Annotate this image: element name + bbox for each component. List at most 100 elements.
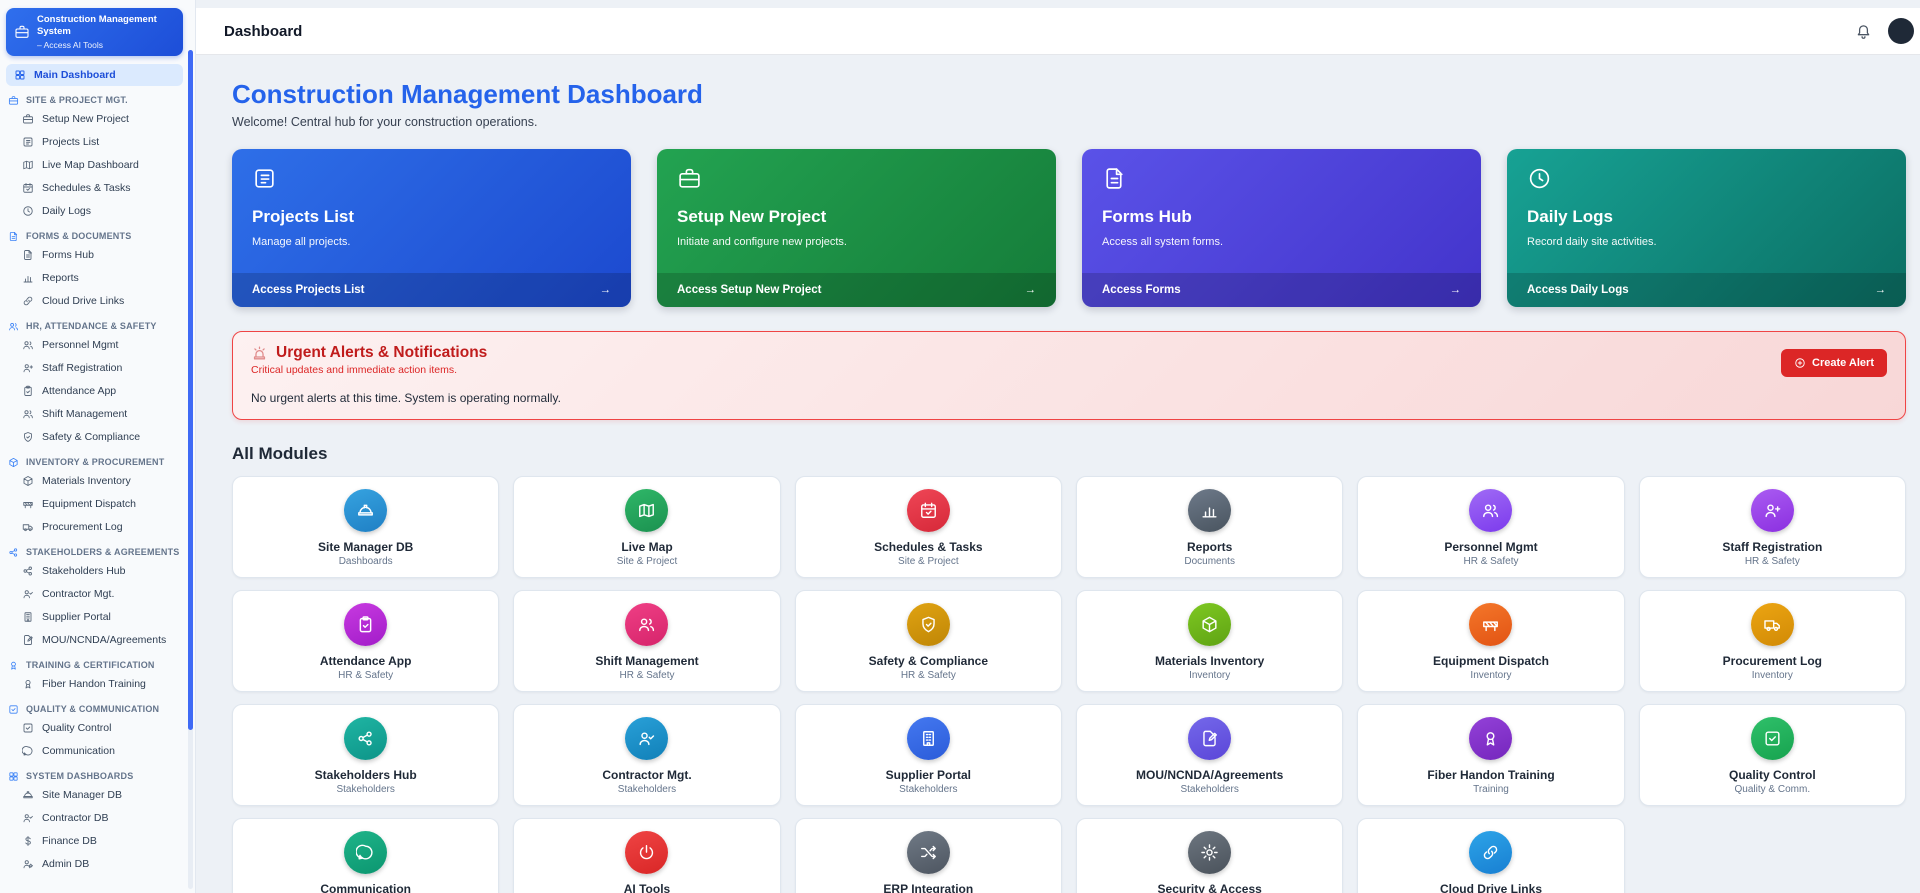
notifications-bell-icon[interactable] [1855, 23, 1872, 40]
sidebar-item-label: Live Map Dashboard [42, 158, 139, 171]
module-card-equipment-dispatch[interactable]: Equipment Dispatch Inventory [1357, 590, 1625, 692]
module-card-live-map[interactable]: Live Map Site & Project [513, 476, 781, 578]
module-card-procurement-log[interactable]: Procurement Log Inventory [1638, 590, 1906, 692]
module-card-attendance-app[interactable]: Attendance App HR & Safety [232, 590, 500, 692]
file-pen-icon [22, 634, 34, 646]
sidebar-item-contractor-mgt[interactable]: Contractor Mgt. [14, 583, 183, 605]
app-logo-card[interactable]: Construction Management System – Access … [6, 8, 183, 56]
module-card-communication[interactable]: CommunicationQuality & Comms [232, 818, 500, 893]
sidebar-item-live-map-dashboard[interactable]: Live Map Dashboard [14, 154, 183, 176]
module-card-contractor-mgt[interactable]: Contractor Mgt. Stakeholders [513, 704, 781, 806]
hero-card-body: Setup New Project Initiate and configure … [657, 149, 1056, 273]
module-title: Shift Management [595, 654, 699, 668]
sidebar-item-equipment-dispatch[interactable]: Equipment Dispatch [14, 493, 183, 515]
sidebar-scrollbar-thumb[interactable] [188, 50, 193, 730]
module-card-erp-integration[interactable]: ERP IntegrationAI & System [794, 818, 1062, 893]
module-title: ERP Integration [883, 882, 974, 893]
file-icon [8, 231, 19, 242]
sidebar-item-site-manager-db[interactable]: Site Manager DB [14, 784, 183, 806]
module-card-supplier-portal[interactable]: Supplier Portal Stakeholders [794, 704, 1062, 806]
sidebar-item-materials-inventory[interactable]: Materials Inventory [14, 470, 183, 492]
check-square-icon [1763, 729, 1782, 748]
hero-card-cta[interactable]: Access Daily Logs → [1507, 273, 1906, 307]
sidebar-section-label: QUALITY & COMMUNICATION [26, 704, 160, 715]
sidebar-item-safety-compliance[interactable]: Safety & Compliance [14, 426, 183, 448]
sidebar-item-label: Fiber Handon Training [42, 677, 146, 690]
sidebar-item-mou-ncnda-agreements[interactable]: MOU/NCNDA/Agreements [14, 629, 183, 651]
module-card-mou-ncnda-agreements[interactable]: MOU/NCNDA/Agreements Stakeholders [1076, 704, 1344, 806]
sidebar-section-label: TRAINING & CERTIFICATION [26, 660, 155, 671]
sidebar-item-schedules-tasks[interactable]: Schedules & Tasks [14, 177, 183, 199]
module-icon-circle [1750, 717, 1794, 760]
award-icon [1481, 729, 1500, 748]
sidebar-item-procurement-log[interactable]: Procurement Log [14, 516, 183, 538]
module-card-staff-registration[interactable]: Staff Registration HR & Safety [1638, 476, 1906, 578]
module-card-security-access[interactable]: Security & AccessAI & System [1076, 818, 1344, 893]
module-card-reports[interactable]: Reports Documents [1076, 476, 1344, 578]
sidebar-item-stakeholders-hub[interactable]: Stakeholders Hub [14, 560, 183, 582]
shuffle-icon [919, 843, 938, 862]
hero-card-cta[interactable]: Access Setup New Project → [657, 273, 1056, 307]
module-card-personnel-mgmt[interactable]: Personnel Mgmt HR & Safety [1357, 476, 1625, 578]
module-card-materials-inventory[interactable]: Materials Inventory Inventory [1076, 590, 1344, 692]
module-card-safety-compliance[interactable]: Safety & Compliance HR & Safety [794, 590, 1062, 692]
sidebar-item-main-dashboard[interactable]: Main Dashboard [6, 63, 183, 86]
sidebar-item-finance-db[interactable]: Finance DB [14, 830, 183, 852]
module-icon-circle [1750, 603, 1794, 646]
module-card-shift-management[interactable]: Shift Management HR & Safety [513, 590, 781, 692]
truck-icon [22, 521, 34, 533]
sidebar-item-label: Forms Hub [42, 248, 94, 261]
sidebar-item-setup-new-project[interactable]: Setup New Project [14, 108, 183, 130]
module-category: HR & Safety [1744, 556, 1800, 567]
alert-title-row: Urgent Alerts & Notifications [251, 344, 561, 362]
module-icon-circle [1188, 489, 1232, 532]
sidebar-item-personnel-mgmt[interactable]: Personnel Mgmt [14, 334, 183, 356]
hero-card-daily-logs[interactable]: Daily Logs Record daily site activities. A… [1507, 149, 1906, 307]
sidebar-scrollbar-track[interactable] [188, 50, 193, 889]
box-icon [8, 457, 19, 468]
module-card-site-manager-db[interactable]: Site Manager DB Dashboards [232, 476, 500, 578]
clock-icon [1527, 166, 1552, 191]
sidebar-item-admin-db[interactable]: Admin DB [14, 853, 183, 875]
module-card-ai-tools[interactable]: AI ToolsAI & System [513, 818, 781, 893]
module-card-schedules-tasks[interactable]: Schedules & Tasks Site & Project [794, 476, 1062, 578]
module-category: Inventory [1189, 670, 1231, 681]
sidebar-item-communication[interactable]: Communication [14, 740, 183, 762]
module-title: Security & Access [1157, 882, 1262, 893]
sidebar-item-shift-management[interactable]: Shift Management [14, 403, 183, 425]
hero-card-cta[interactable]: Access Projects List → [232, 273, 631, 307]
sidebar-section-label: SYSTEM DASHBOARDS [26, 771, 134, 782]
sidebar-item-forms-hub[interactable]: Forms Hub [14, 244, 183, 266]
briefcase-icon [22, 113, 34, 125]
module-card-cloud-drive-links[interactable]: Cloud Drive LinksDocuments [1357, 818, 1625, 893]
hero-card-setup-new-project[interactable]: Setup New Project Initiate and configure … [657, 149, 1056, 307]
module-card-quality-control[interactable]: Quality Control Quality & Comm. [1638, 704, 1906, 806]
shield-icon [22, 431, 34, 443]
file-pen-icon [1200, 729, 1219, 748]
sidebar-item-daily-logs[interactable]: Daily Logs [14, 200, 183, 222]
sidebar-item-projects-list[interactable]: Projects List [14, 131, 183, 153]
sidebar-item-attendance-app[interactable]: Attendance App [14, 380, 183, 402]
hero-card-cta[interactable]: Access Forms → [1082, 273, 1481, 307]
module-grid: Site Manager DB Dashboards Live Map Site & … [232, 476, 1906, 893]
sidebar-item-label: Main Dashboard [34, 68, 116, 81]
dollar-icon [22, 835, 34, 847]
sidebar-item-supplier-portal[interactable]: Supplier Portal [14, 606, 183, 628]
sidebar-item-label: Personnel Mgmt [42, 338, 119, 351]
sidebar-item-label: Schedules & Tasks [42, 181, 131, 194]
grid-icon [8, 771, 19, 782]
sidebar-item-fiber-handon-training[interactable]: Fiber Handon Training [14, 673, 183, 695]
sidebar-item-reports[interactable]: Reports [14, 267, 183, 289]
module-card-fiber-handon-training[interactable]: Fiber Handon Training Training [1357, 704, 1625, 806]
sidebar-item-contractor-db[interactable]: Contractor DB [14, 807, 183, 829]
sidebar-item-cloud-drive-links[interactable]: Cloud Drive Links [14, 290, 183, 312]
hero-card-forms-hub[interactable]: Forms Hub Access all system forms. Access … [1082, 149, 1481, 307]
sidebar-item-quality-control[interactable]: Quality Control [14, 717, 183, 739]
hero-card-projects-list[interactable]: Projects List Manage all projects. Access … [232, 149, 631, 307]
module-icon-circle [906, 489, 950, 532]
create-alert-button[interactable]: Create Alert [1781, 349, 1887, 377]
user-avatar[interactable] [1888, 18, 1914, 44]
sidebar-item-staff-registration[interactable]: Staff Registration [14, 357, 183, 379]
sidebar-item-label: Reports [42, 271, 79, 284]
module-card-stakeholders-hub[interactable]: Stakeholders Hub Stakeholders [232, 704, 500, 806]
